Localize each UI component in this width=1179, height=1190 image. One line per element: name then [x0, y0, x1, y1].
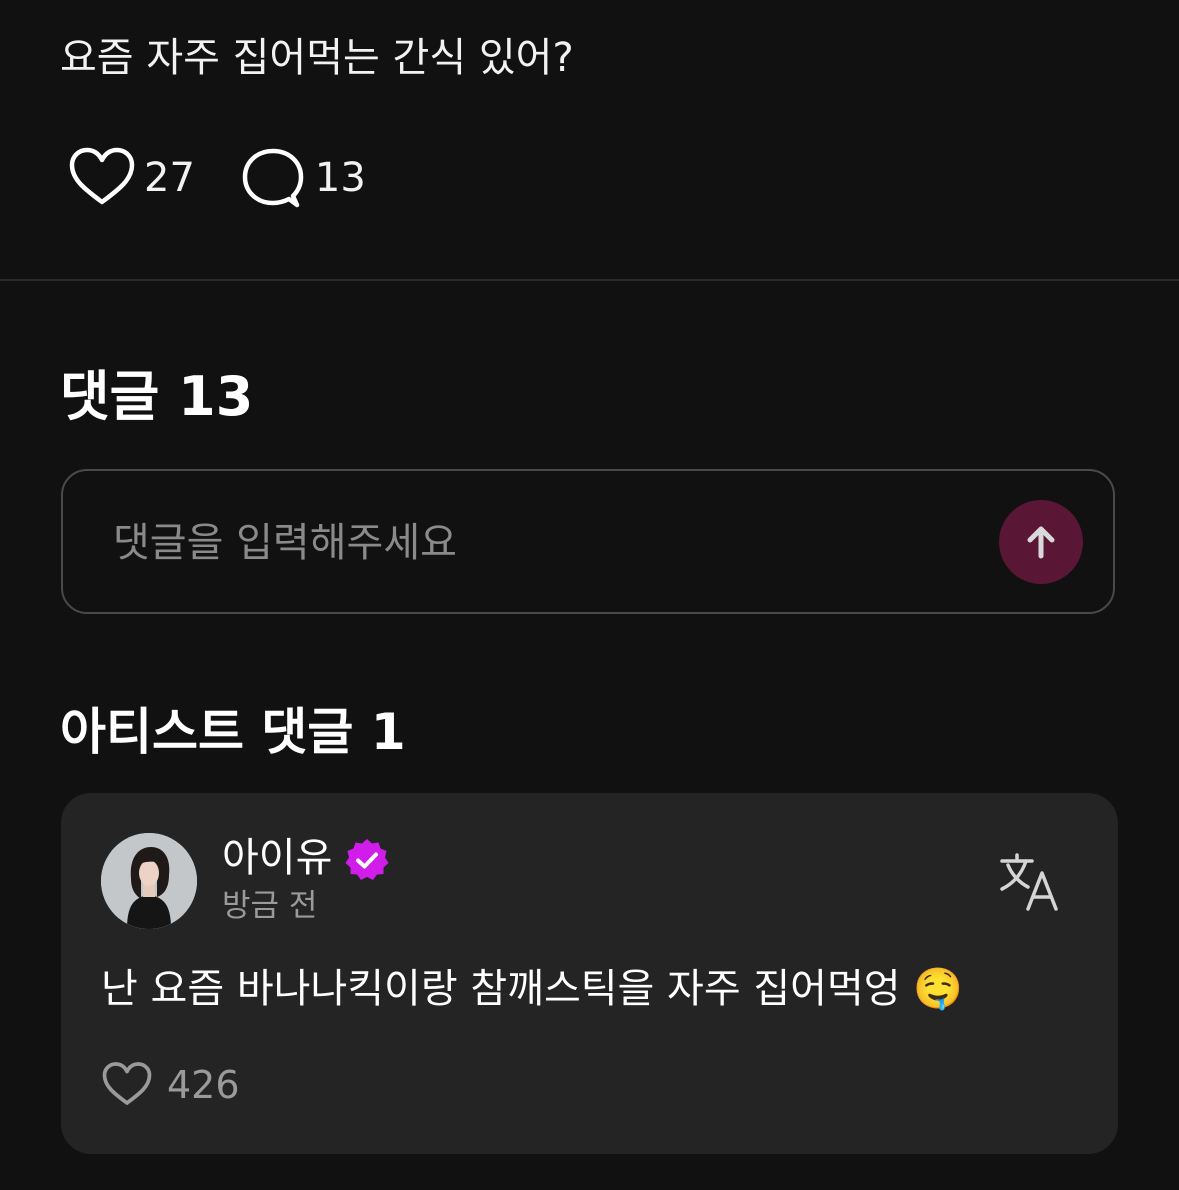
artist-name[interactable]: 아이유: [222, 833, 332, 883]
artist-comment-card: 아이유 방금 전 난 요즘 바나나킥이랑 참깨스틱을 자주 집어먹엉 🤤 426: [61, 793, 1118, 1154]
comment-like-count: 426: [167, 1063, 240, 1107]
verified-badge-icon: [345, 839, 389, 880]
speech-bubble-icon: [239, 146, 307, 210]
like-count: 27: [144, 155, 195, 201]
translate-button[interactable]: [998, 851, 1064, 913]
artist-comment-text: 난 요즘 바나나킥이랑 참깨스틱을 자주 집어먹엉 🤤: [101, 966, 964, 1012]
translate-icon: [1000, 853, 1058, 911]
send-button[interactable]: [999, 500, 1083, 584]
comment-input-box: [61, 469, 1115, 614]
comment-like-button[interactable]: 426: [101, 1055, 240, 1115]
post-text: 요즘 자주 집어먹는 간식 있어?: [60, 35, 574, 81]
section-divider: [0, 279, 1179, 281]
comment-timestamp: 방금 전: [222, 888, 318, 924]
post-actions: 27 13: [68, 146, 366, 210]
artist-comments-title: 아티스트 댓글 1: [60, 703, 406, 761]
heart-icon: [68, 146, 136, 210]
like-button[interactable]: 27: [68, 146, 195, 210]
comments-title: 댓글 13: [60, 365, 254, 428]
comment-count: 13: [314, 155, 366, 201]
heart-icon: [102, 1062, 152, 1105]
avatar[interactable]: [101, 833, 197, 929]
comment-input[interactable]: [111, 507, 975, 579]
arrow-up-icon: [1027, 526, 1055, 559]
comment-button[interactable]: 13: [239, 146, 366, 210]
